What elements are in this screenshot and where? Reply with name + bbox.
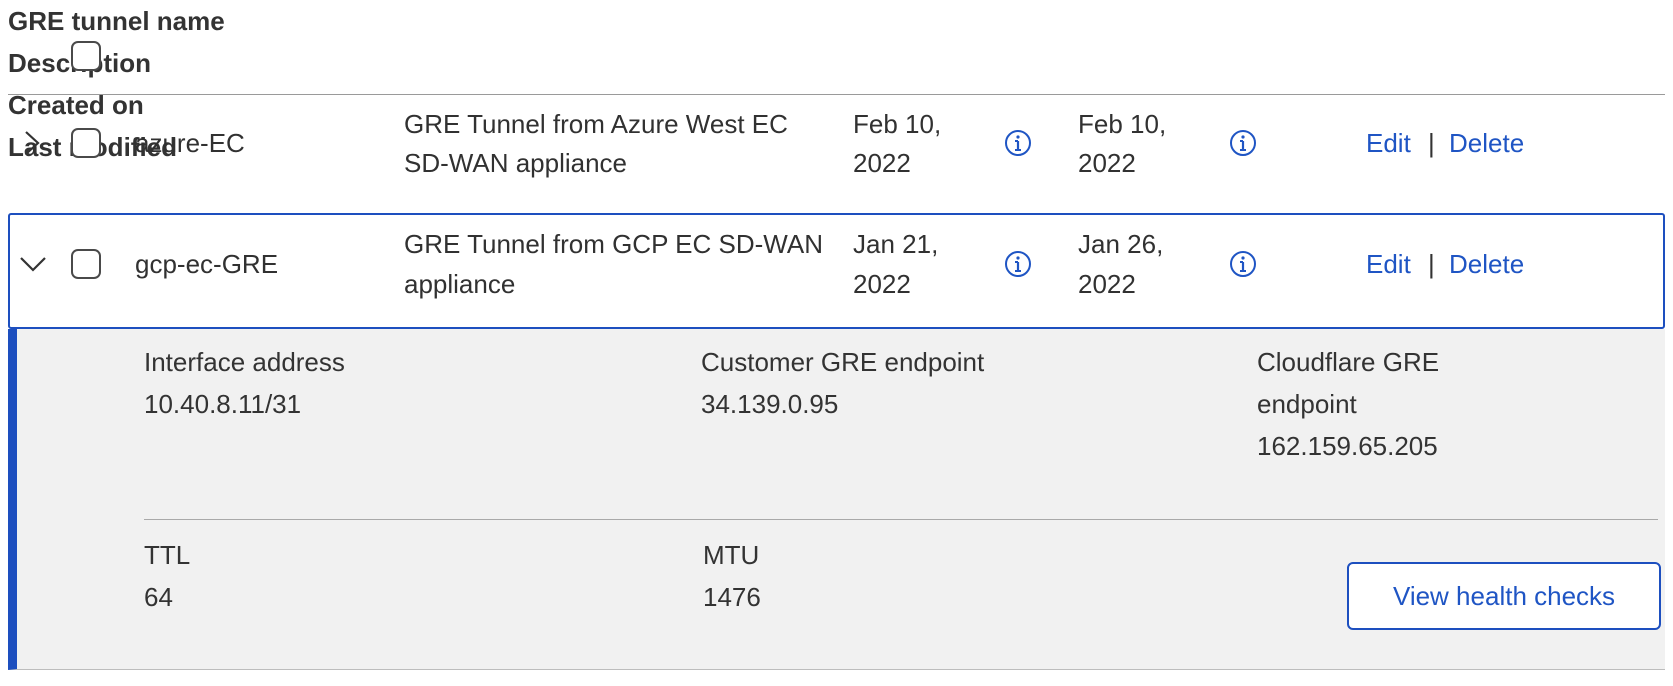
mtu-value: 1476 xyxy=(703,582,761,612)
action-separator: | xyxy=(1428,128,1435,158)
created-on-line-2: 2022 xyxy=(853,148,911,178)
info-circle-icon[interactable] xyxy=(1229,250,1257,278)
last-modified-line-1: Jan 26, xyxy=(1078,229,1164,259)
customer-gre-endpoint-value: 34.139.0.95 xyxy=(701,389,839,419)
ttl-label: TTL xyxy=(144,540,191,570)
cloudflare-gre-endpoint-label-line-1: Cloudflare GRE xyxy=(1257,347,1440,377)
created-on-line-1: Jan 21, xyxy=(853,229,939,259)
chevron-right-icon[interactable] xyxy=(16,128,46,158)
delete-link[interactable]: Delete xyxy=(1449,122,1524,164)
select-all-checkbox[interactable] xyxy=(71,41,101,71)
cloudflare-gre-endpoint-value: 162.159.65.205 xyxy=(1257,431,1438,461)
details-divider xyxy=(144,519,1658,520)
description-line-1: GRE Tunnel from GCP EC SD-WAN xyxy=(404,229,823,259)
delete-link[interactable]: Delete xyxy=(1449,243,1524,285)
last-modified-line-2: 2022 xyxy=(1078,269,1136,299)
info-circle-icon[interactable] xyxy=(1004,129,1032,157)
table-header-row: GRE tunnel name Description Created on L… xyxy=(8,0,1665,162)
view-health-checks-button[interactable]: View health checks xyxy=(1347,562,1661,630)
last-modified-line-1: Feb 10, xyxy=(1078,109,1167,139)
tunnel-name: azure-EC xyxy=(135,128,245,158)
description-line-2: SD-WAN appliance xyxy=(404,148,628,178)
interface-address-label: Interface address xyxy=(144,347,345,377)
created-on-line-1: Feb 10, xyxy=(853,109,942,139)
tunnel-name: gcp-ec-GRE xyxy=(135,249,279,279)
customer-gre-endpoint-label: Customer GRE endpoint xyxy=(701,347,985,377)
chevron-down-icon[interactable] xyxy=(18,249,48,279)
last-modified-line-2: 2022 xyxy=(1078,148,1136,178)
info-circle-icon[interactable] xyxy=(1004,250,1032,278)
tunnel-details-panel: Interface address 10.40.8.11/31 Customer… xyxy=(8,329,1665,670)
row-select-checkbox[interactable] xyxy=(71,249,101,279)
header-description[interactable]: Description xyxy=(8,42,1665,84)
row-select-checkbox[interactable] xyxy=(71,128,101,158)
header-gre-tunnel-name[interactable]: GRE tunnel name xyxy=(8,0,1665,42)
table-row-expanded: gcp-ec-GRE GRE Tunnel from GCP EC SD-WAN… xyxy=(8,213,1665,329)
table-row: azure-EC GRE Tunnel from Azure West EC S… xyxy=(8,95,1665,211)
created-on-line-2: 2022 xyxy=(853,269,911,299)
interface-address-value: 10.40.8.11/31 xyxy=(144,389,302,419)
edit-link[interactable]: Edit xyxy=(1366,122,1411,164)
mtu-label: MTU xyxy=(703,540,760,570)
description-line-2: appliance xyxy=(404,269,516,299)
info-circle-icon[interactable] xyxy=(1229,129,1257,157)
action-separator: | xyxy=(1428,249,1435,279)
edit-link[interactable]: Edit xyxy=(1366,243,1411,285)
description-line-1: GRE Tunnel from Azure West EC xyxy=(404,109,788,139)
ttl-value: 64 xyxy=(144,582,173,612)
cloudflare-gre-endpoint-label-line-2: endpoint xyxy=(1257,389,1357,419)
